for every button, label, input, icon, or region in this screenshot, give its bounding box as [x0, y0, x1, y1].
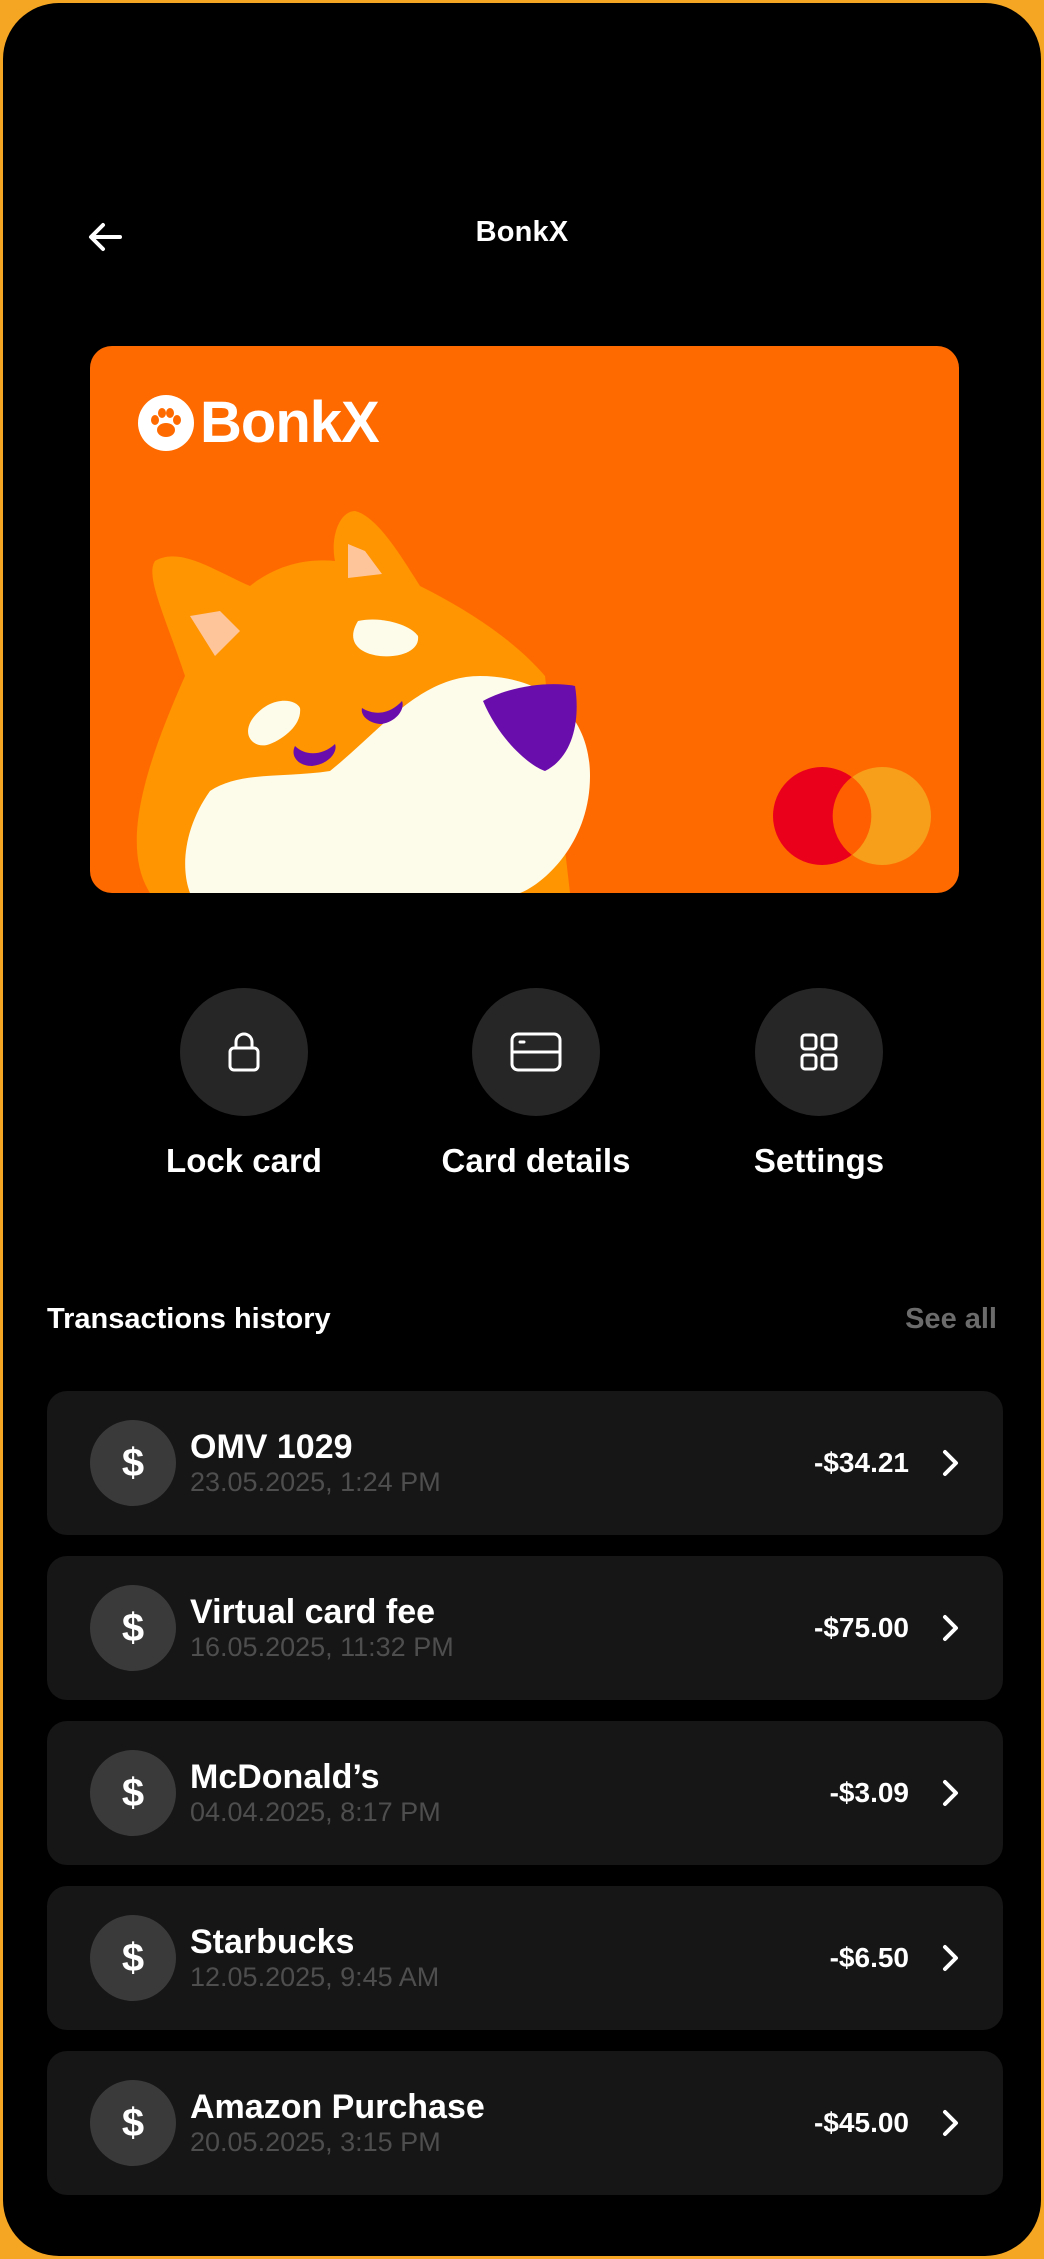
transaction-name: McDonald’s — [190, 1758, 380, 1796]
transaction-info: OMV 1029 23.05.2025, 1:24 PM — [190, 1428, 814, 1498]
transaction-info: Virtual card fee 16.05.2025, 11:32 PM — [190, 1593, 814, 1663]
lock-card-circle — [180, 988, 308, 1116]
dollar-icon: $ — [90, 1585, 176, 1671]
page-title: BonkX — [475, 216, 569, 248]
transaction-amount: -$34.21 — [814, 1447, 909, 1478]
see-all-link[interactable]: See all — [905, 1303, 997, 1336]
chevron-right-icon — [939, 2108, 963, 2138]
transaction-row[interactable]: $ Amazon Purchase 20.05.2025, 3:15 PM -$… — [47, 2051, 1003, 2195]
transaction-date: 20.05.2025, 3:15 PM — [190, 2127, 441, 2157]
card-brand-name: BonkX — [200, 390, 380, 455]
transactions-title: Transactions history — [47, 1303, 331, 1335]
transaction-amount: -$3.09 — [829, 1777, 909, 1808]
transactions-header: Transactions history See all — [47, 1303, 997, 1336]
transaction-date: 16.05.2025, 11:32 PM — [190, 1632, 454, 1662]
lock-icon — [228, 1032, 260, 1072]
dollar-icon: $ — [90, 1915, 176, 2001]
transaction-name: Starbucks — [190, 1923, 355, 1961]
transaction-amount: -$6.50 — [829, 1942, 909, 1973]
transaction-name: OMV 1029 — [190, 1428, 353, 1466]
card-brand-logo: BonkX — [138, 390, 380, 455]
transaction-row[interactable]: $ Virtual card fee 16.05.2025, 11:32 PM … — [47, 1556, 1003, 1700]
settings-circle — [755, 988, 883, 1116]
transaction-amount: -$45.00 — [814, 2107, 909, 2138]
bank-card[interactable]: BonkX — [90, 346, 959, 893]
chevron-right-icon — [939, 1613, 963, 1643]
card-details-label: Card details — [441, 1142, 631, 1179]
chevron-right-icon — [939, 1448, 963, 1478]
transaction-row[interactable]: $ McDonald’s 04.04.2025, 8:17 PM -$3.09 — [47, 1721, 1003, 1865]
lock-card-label: Lock card — [166, 1142, 322, 1179]
chevron-right-icon — [939, 1778, 963, 1808]
transaction-name: Amazon Purchase — [190, 2088, 485, 2126]
transaction-info: Starbucks 12.05.2025, 9:45 AM — [190, 1923, 830, 1993]
dollar-icon: $ — [90, 2080, 176, 2166]
card-details-circle — [472, 988, 600, 1116]
phone-screen: BonkX BonkX Lock card Card details Setti… — [3, 3, 1041, 2256]
card-icon — [510, 1032, 562, 1072]
transactions-list: $ OMV 1029 23.05.2025, 1:24 PM -$34.21 $… — [47, 1391, 1003, 2216]
transaction-name: Virtual card fee — [190, 1593, 436, 1631]
transaction-row[interactable]: $ OMV 1029 23.05.2025, 1:24 PM -$34.21 — [47, 1391, 1003, 1535]
lock-card-button[interactable]: Lock card — [116, 988, 372, 1180]
mastercard-logo — [773, 767, 931, 865]
transaction-info: McDonald’s 04.04.2025, 8:17 PM — [190, 1758, 830, 1828]
transaction-date: 12.05.2025, 9:45 AM — [190, 1962, 440, 1992]
dollar-icon: $ — [90, 1750, 176, 1836]
dollar-icon: $ — [90, 1420, 176, 1506]
chevron-right-icon — [939, 1943, 963, 1973]
settings-label: Settings — [753, 1142, 885, 1179]
settings-button[interactable]: Settings — [691, 988, 947, 1180]
transaction-info: Amazon Purchase 20.05.2025, 3:15 PM — [190, 2088, 814, 2158]
card-details-button[interactable]: Card details — [408, 988, 664, 1180]
transaction-date: 23.05.2025, 1:24 PM — [190, 1467, 441, 1497]
card-actions: Lock card Card details Settings — [3, 988, 1041, 1188]
transaction-date: 04.04.2025, 8:17 PM — [190, 1797, 441, 1827]
transaction-amount: -$75.00 — [814, 1612, 909, 1643]
paw-icon — [138, 395, 194, 451]
transaction-row[interactable]: $ Starbucks 12.05.2025, 9:45 AM -$6.50 — [47, 1886, 1003, 2030]
grid-icon — [800, 1033, 838, 1071]
